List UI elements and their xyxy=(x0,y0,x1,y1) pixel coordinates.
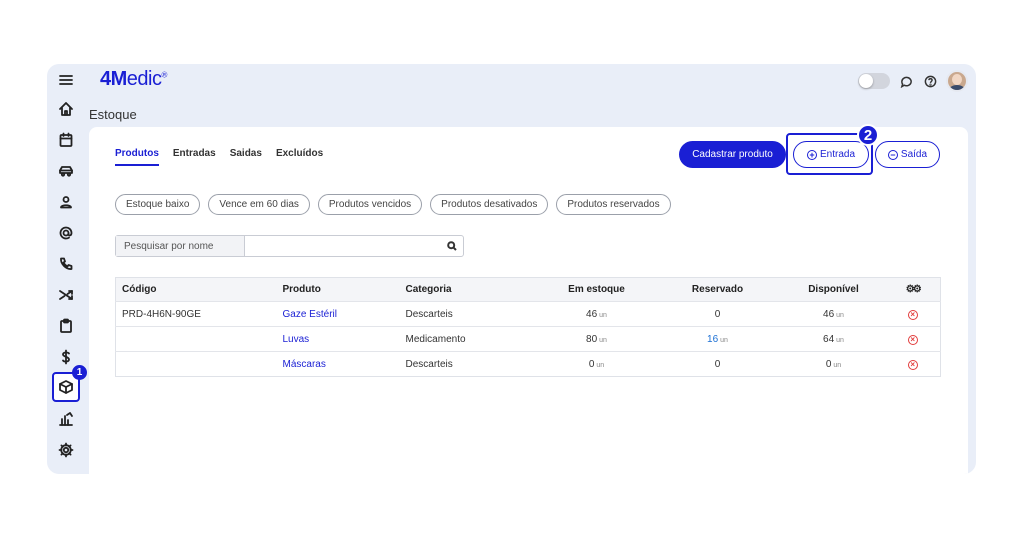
home-icon[interactable] xyxy=(54,97,78,121)
table-header-row: Código Produto Categoria Em estoque Rese… xyxy=(115,277,941,302)
filter-produtos-vencidos[interactable]: Produtos vencidos xyxy=(317,194,423,215)
cell-em-estoque: 0 un xyxy=(539,351,654,377)
tabs: Produtos Entradas Saidas Excluídos xyxy=(115,148,323,166)
app-window: 1 4Medic® Estoque Produtos Entradas Said… xyxy=(47,64,976,474)
cell-disponivel: 64 un xyxy=(781,326,886,352)
col-disponivel[interactable]: Disponível xyxy=(781,277,886,302)
content-card: Produtos Entradas Saidas Excluídos Cadas… xyxy=(89,124,968,474)
cell-reservado: 0 xyxy=(653,351,782,377)
sidebar: 1 xyxy=(47,64,87,474)
filter-produtos-desativados[interactable]: Produtos desativados xyxy=(430,194,549,215)
filter-estoque-baixo[interactable]: Estoque baixo xyxy=(115,194,201,215)
col-codigo[interactable]: Código xyxy=(115,277,277,302)
user-icon[interactable] xyxy=(54,190,78,214)
cell-produto-link[interactable]: Máscaras xyxy=(276,351,400,377)
saida-label: Saída xyxy=(900,149,928,160)
cell-reservado[interactable]: 16 un xyxy=(653,326,782,352)
table-row[interactable]: Máscaras Descarteis 0 un 0 0 un × xyxy=(115,351,941,377)
cell-em-estoque: 80 un xyxy=(539,326,654,352)
car-icon[interactable] xyxy=(54,159,78,183)
cell-codigo xyxy=(115,326,277,352)
search-input[interactable] xyxy=(245,236,441,256)
search-label: Pesquisar por nome xyxy=(116,236,245,256)
col-reservado[interactable]: Reservado xyxy=(653,277,782,302)
phone-icon[interactable] xyxy=(54,252,78,276)
delete-icon[interactable]: × xyxy=(907,309,918,320)
col-produto[interactable]: Produto xyxy=(276,277,400,302)
page-title: Estoque xyxy=(89,107,137,122)
step-badge-2: 2 xyxy=(857,124,879,146)
user-avatar[interactable] xyxy=(946,70,968,92)
cell-actions: × xyxy=(885,351,941,377)
table-row[interactable]: Luvas Medicamento 80 un 16 un 64 un × xyxy=(115,326,941,352)
col-settings[interactable]: ⚙⚙ xyxy=(885,277,941,302)
gear-icon[interactable] xyxy=(54,438,78,462)
table-row[interactable]: PRD-4H6N-90GE Gaze Estéril Descarteis 46… xyxy=(115,301,941,327)
products-table: Código Produto Categoria Em estoque Rese… xyxy=(115,277,941,377)
cell-categoria: Medicamento xyxy=(399,326,540,352)
filter-produtos-reservados[interactable]: Produtos reservados xyxy=(556,194,671,215)
calendar-icon[interactable] xyxy=(54,128,78,152)
tab-excluidos[interactable]: Excluídos xyxy=(276,148,323,166)
theme-toggle[interactable] xyxy=(858,73,890,89)
entrada-button[interactable]: + Entrada xyxy=(793,141,869,168)
tab-saidas[interactable]: Saidas xyxy=(230,148,262,166)
header-actions xyxy=(858,70,968,92)
col-categoria[interactable]: Categoria xyxy=(399,277,540,302)
step-badge-1: 1 xyxy=(72,365,87,380)
cell-categoria: Descarteis xyxy=(399,351,540,377)
at-icon[interactable] xyxy=(54,221,78,245)
chat-icon[interactable] xyxy=(898,73,914,89)
app-logo[interactable]: 4Medic® xyxy=(100,68,167,91)
delete-icon[interactable]: × xyxy=(907,359,918,370)
menu-icon[interactable] xyxy=(54,68,78,92)
plus-circle-icon: + xyxy=(806,149,817,160)
cadastrar-produto-button[interactable]: Cadastrar produto xyxy=(679,141,786,168)
cell-produto-link[interactable]: Luvas xyxy=(276,326,400,352)
settings-gears-icon: ⚙⚙ xyxy=(905,284,922,295)
filter-vence-60-dias[interactable]: Vence em 60 dias xyxy=(208,194,310,215)
clipboard-icon[interactable] xyxy=(54,314,78,338)
filter-chips: Estoque baixo Vence em 60 dias Produtos … xyxy=(115,194,671,215)
help-icon[interactable] xyxy=(922,73,938,89)
tab-entradas[interactable]: Entradas xyxy=(173,148,216,166)
entrada-label: Entrada xyxy=(819,149,856,160)
cell-codigo: PRD-4H6N-90GE xyxy=(115,301,277,327)
minus-circle-icon: − xyxy=(887,149,898,160)
saida-button[interactable]: − Saída xyxy=(875,141,940,168)
chart-icon[interactable] xyxy=(54,407,78,431)
cell-disponivel: 0 un xyxy=(781,351,886,377)
box-icon xyxy=(58,379,74,395)
cell-codigo xyxy=(115,351,277,377)
cell-produto-link[interactable]: Gaze Estéril xyxy=(276,301,400,327)
cell-actions: × xyxy=(885,301,941,327)
cell-actions: × xyxy=(885,326,941,352)
search-icon[interactable] xyxy=(441,236,463,256)
delete-icon[interactable]: × xyxy=(907,334,918,345)
shuffle-icon[interactable] xyxy=(54,283,78,307)
cell-reservado: 0 xyxy=(653,301,782,327)
col-em-estoque[interactable]: Em estoque xyxy=(539,277,654,302)
tab-produtos[interactable]: Produtos xyxy=(115,148,159,166)
cell-disponivel: 46 un xyxy=(781,301,886,327)
search-bar: Pesquisar por nome xyxy=(115,235,464,257)
cell-em-estoque: 46 un xyxy=(539,301,654,327)
cell-categoria: Descarteis xyxy=(399,301,540,327)
sidebar-item-produtos[interactable]: 1 xyxy=(52,365,87,402)
